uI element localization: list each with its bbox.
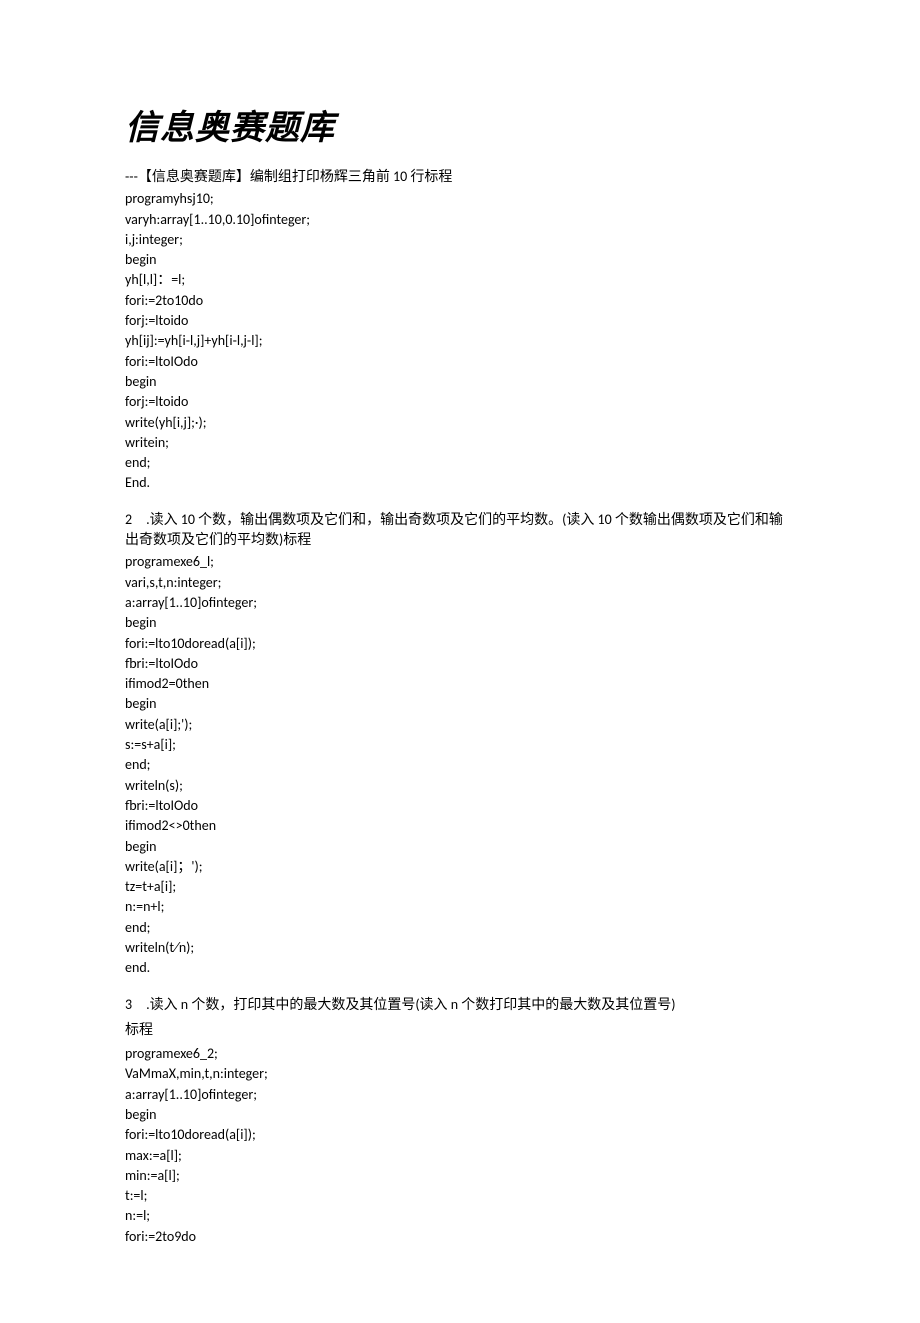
problem-2-heading: 2 .读入 10 个数，输出偶数项及它们和，输出奇数项及它们的平均数。(读入 1…	[125, 510, 795, 551]
problem-1-heading: ---【信息奥赛题库】编制组打印杨辉三角前 10 行标程	[125, 167, 795, 187]
problem-2-code: programexe6_l; vari,s,t,n:integer; a:arr…	[125, 552, 795, 978]
page-title: 信息奥赛题库	[125, 100, 795, 149]
problem-1-code: programyhsj10; varyh:array[1..10,0.10]of…	[125, 189, 795, 493]
problem-3-sublabel: 标程	[125, 1017, 795, 1042]
document-page: 信息奥赛题库 ---【信息奥赛题库】编制组打印杨辉三角前 10 行标程 prog…	[0, 0, 920, 1323]
problem-3-code: programexe6_2; VaMmaX,min,t,n:integer; a…	[125, 1044, 795, 1247]
problem-3-heading: 3 .读入 n 个数，打印其中的最大数及其位置号(读入 n 个数打印其中的最大数…	[125, 995, 795, 1015]
